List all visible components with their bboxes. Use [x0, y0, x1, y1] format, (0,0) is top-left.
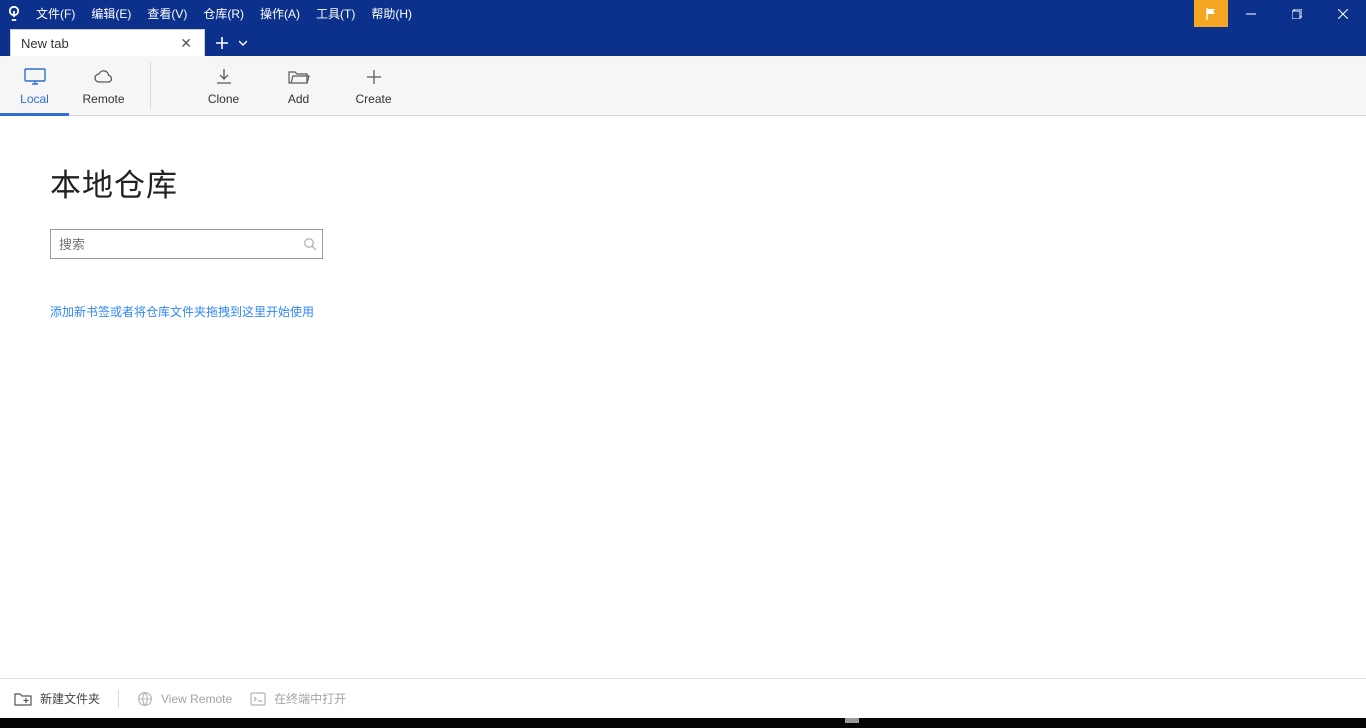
menu-view[interactable]: 查看(V) [139, 0, 195, 27]
tab-new[interactable]: New tab ✕ [10, 29, 205, 56]
footer-view-remote-label: View Remote [161, 692, 232, 706]
maximize-button[interactable] [1274, 0, 1320, 27]
toolbar-add-label: Add [288, 92, 309, 106]
search-wrap [50, 229, 323, 259]
taskbar-notch [845, 718, 859, 723]
notification-flag-button[interactable] [1194, 0, 1228, 27]
footer-open-terminal-button[interactable]: 在终端中打开 [250, 690, 346, 707]
globe-icon [137, 691, 153, 707]
close-button[interactable] [1320, 0, 1366, 27]
menu-repo[interactable]: 仓库(R) [195, 0, 252, 27]
new-tab-area [205, 29, 251, 56]
new-tab-dropdown[interactable] [235, 32, 251, 54]
menu-action[interactable]: 操作(A) [252, 0, 308, 27]
main-content: 本地仓库 添加新书签或者将仓库文件夹拖拽到这里开始使用 [0, 116, 1366, 678]
app-icon [0, 0, 28, 27]
menu-help[interactable]: 帮助(H) [363, 0, 420, 27]
toolbar: Local Remote Clone [0, 56, 1366, 116]
os-taskbar-edge [0, 718, 1366, 728]
menu-bar: 文件(F) 编辑(E) 查看(V) 仓库(R) 操作(A) 工具(T) 帮助(H… [28, 0, 420, 27]
menu-edit[interactable]: 编辑(E) [83, 0, 139, 27]
minimize-button[interactable] [1228, 0, 1274, 27]
toolbar-remote-label: Remote [82, 92, 124, 106]
toolbar-local-button[interactable]: Local [0, 56, 69, 115]
footer-open-terminal-label: 在终端中打开 [274, 690, 346, 707]
toolbar-add-button[interactable]: Add [264, 56, 333, 115]
tab-label: New tab [21, 36, 176, 51]
window-controls [1228, 0, 1366, 27]
search-input[interactable] [50, 229, 323, 259]
new-tab-button[interactable] [211, 32, 233, 54]
cloud-icon [92, 66, 116, 88]
footer-separator [118, 690, 119, 708]
title-bar: 文件(F) 编辑(E) 查看(V) 仓库(R) 操作(A) 工具(T) 帮助(H… [0, 0, 1366, 27]
footer-new-folder-label: 新建文件夹 [40, 690, 100, 707]
download-icon [215, 66, 233, 88]
toolbar-create-label: Create [355, 92, 391, 106]
footer-bar: 新建文件夹 View Remote 在终端中打开 [0, 678, 1366, 718]
toolbar-clone-label: Clone [208, 92, 239, 106]
monitor-icon [24, 66, 46, 88]
toolbar-remote-button[interactable]: Remote [69, 56, 138, 115]
folder-open-icon [288, 66, 310, 88]
new-folder-icon [14, 692, 32, 706]
toolbar-create-button[interactable]: Create [339, 56, 408, 115]
toolbar-local-label: Local [20, 92, 49, 106]
add-bookmark-hint-link[interactable]: 添加新书签或者将仓库文件夹拖拽到这里开始使用 [50, 303, 314, 320]
tab-close-icon[interactable]: ✕ [176, 35, 196, 52]
footer-new-folder-button[interactable]: 新建文件夹 [14, 690, 100, 707]
footer-view-remote-button[interactable]: View Remote [137, 691, 232, 707]
terminal-icon [250, 692, 266, 706]
page-title: 本地仓库 [50, 160, 1366, 205]
menu-tools[interactable]: 工具(T) [308, 0, 363, 27]
toolbar-separator [150, 62, 151, 109]
plus-icon [366, 66, 382, 88]
tab-strip: New tab ✕ [0, 27, 1366, 56]
menu-file[interactable]: 文件(F) [28, 0, 83, 27]
toolbar-clone-button[interactable]: Clone [189, 56, 258, 115]
